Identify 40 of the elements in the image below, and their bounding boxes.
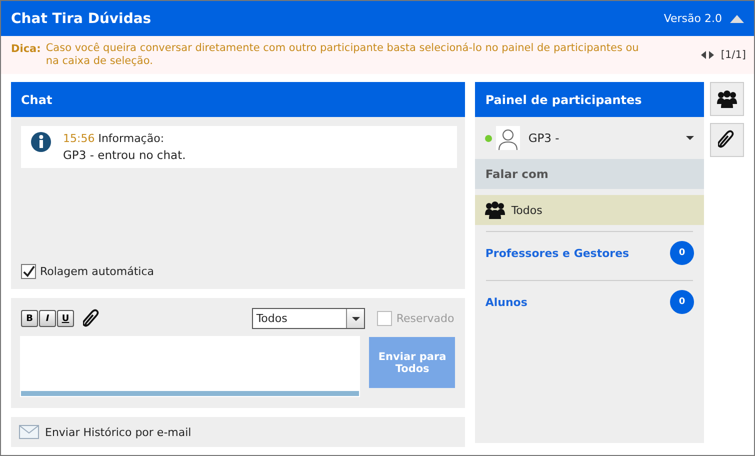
paperclip-icon <box>718 130 736 150</box>
recipient-dropdown[interactable]: Todos <box>252 308 366 329</box>
caret-icon <box>352 316 360 320</box>
panel-header: Chat <box>11 82 466 117</box>
user-name: GP3 - <box>528 131 560 145</box>
count-badge: 0 <box>670 241 694 265</box>
attach-icon[interactable] <box>83 308 101 328</box>
group-icon <box>717 90 737 108</box>
window-title: Chat Tira Dúvidas <box>11 10 152 26</box>
checkbox[interactable] <box>21 264 36 279</box>
count-badge: 0 <box>670 290 694 314</box>
everyone-item[interactable]: Todos <box>475 195 704 225</box>
collapse-icon[interactable] <box>730 14 744 22</box>
message-input[interactable] <box>21 337 360 396</box>
message-label: Informação: <box>98 132 164 145</box>
checkbox-label: Rolagem automática <box>40 265 154 278</box>
section-heading: Falar com <box>475 159 704 189</box>
tip-text: Caso você queira conversar diretamente com outro participante basta selecioná-lo no painel de participantes ou na caixa de seleção. <box>46 42 640 68</box>
dropdown-arrow-icon[interactable] <box>686 136 694 140</box>
message-time: 15:56 <box>63 132 95 145</box>
next-icon[interactable] <box>708 51 714 59</box>
attachments-button[interactable] <box>710 123 744 157</box>
group-link[interactable]: Professores e Gestores <box>485 246 630 260</box>
format-button[interactable]: U <box>57 310 74 327</box>
envelope-icon <box>19 425 39 439</box>
message-text: GP3 - entrou no chat. <box>63 148 186 162</box>
format-button[interactable]: I <box>39 310 56 327</box>
tip-label: Dica: <box>11 43 41 55</box>
format-button[interactable]: B <box>21 310 38 327</box>
group-link[interactable]: Alunos <box>485 296 528 308</box>
group-icon <box>485 201 506 219</box>
version-label: Versão 2.0 <box>664 12 722 25</box>
participants-button[interactable] <box>710 82 744 116</box>
previous-icon[interactable] <box>700 51 706 59</box>
checkbox-label: Reservado <box>396 312 454 325</box>
avatar-icon <box>496 126 520 150</box>
email-history-link[interactable]: Enviar Histórico por e-mail <box>45 426 192 438</box>
info-icon <box>31 132 51 152</box>
page-counter: [1/1] <box>720 49 746 61</box>
panel-header: Painel de participantes <box>475 82 704 117</box>
